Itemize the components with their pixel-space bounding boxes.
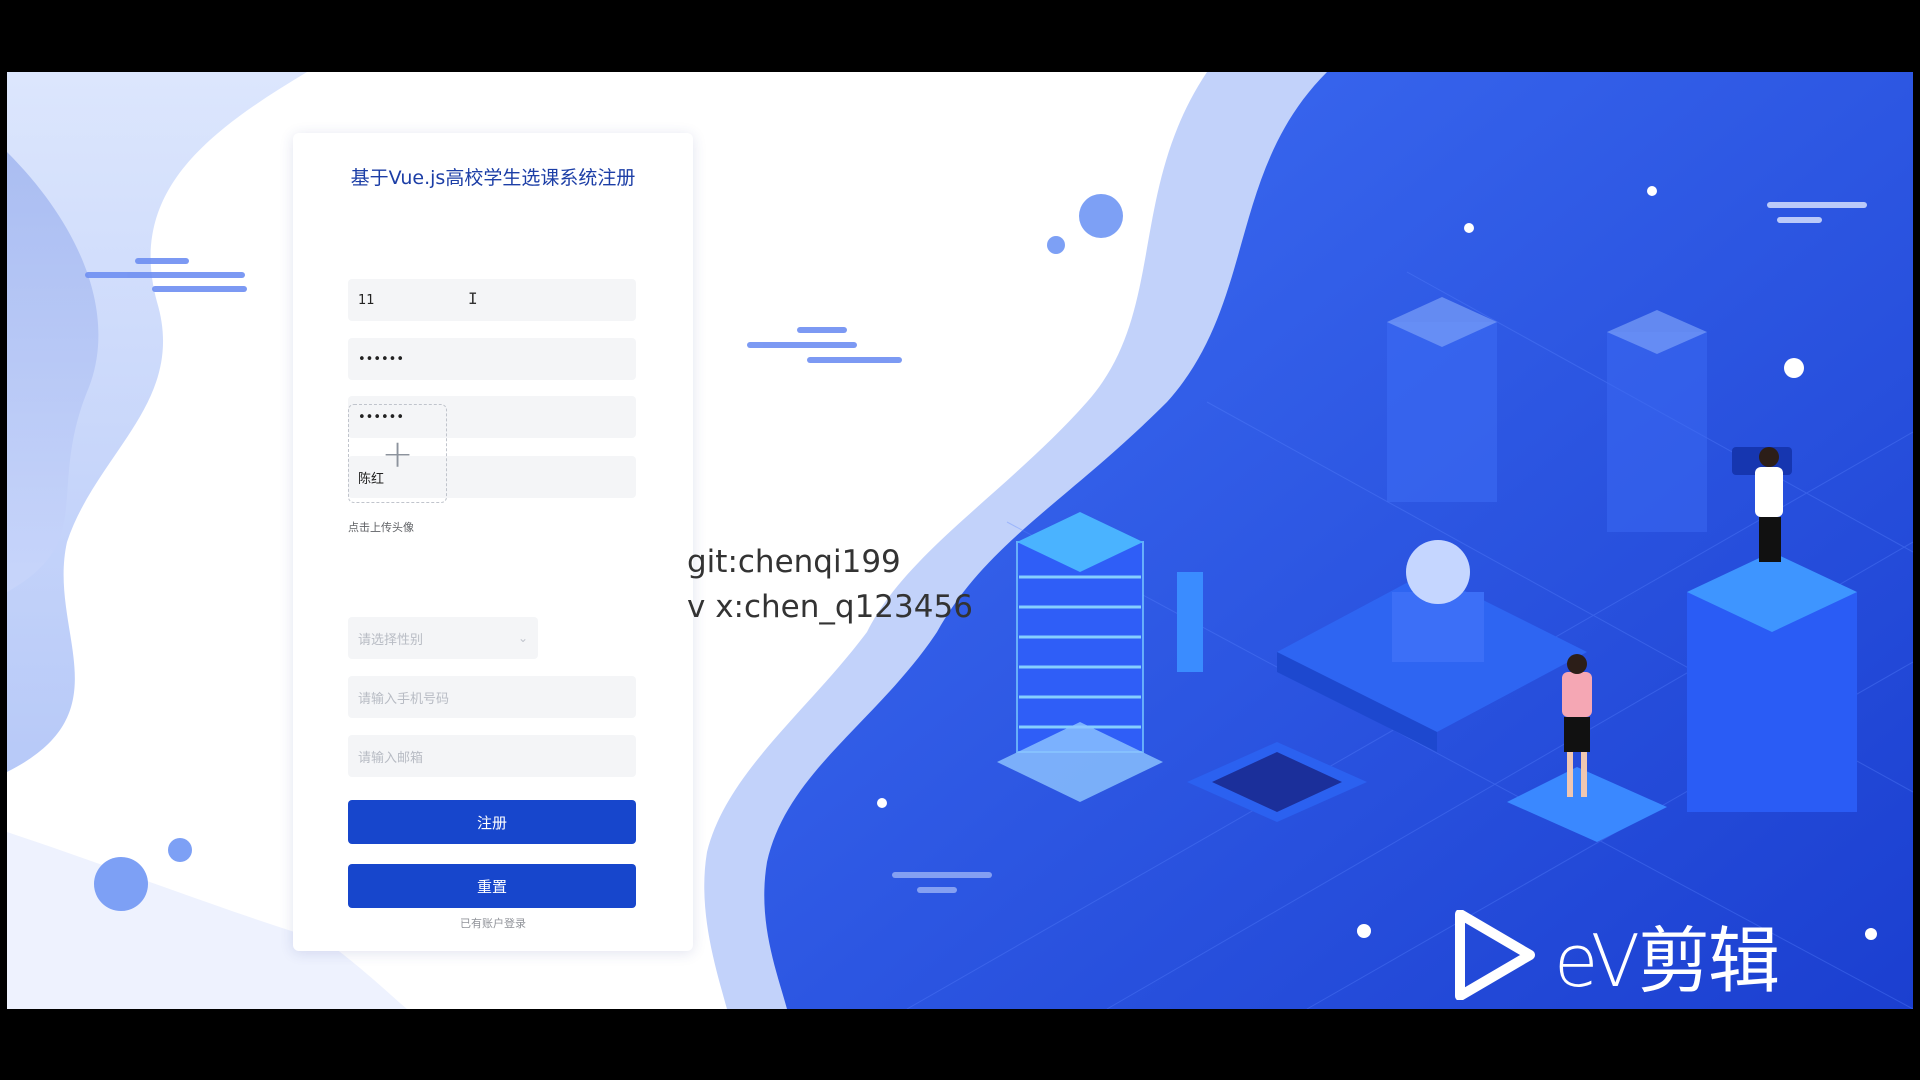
overlay-contact-text: v x:chen_q123456 [687, 589, 973, 625]
email-input[interactable]: 请输入邮箱 [348, 735, 636, 777]
watermark-text: eV剪辑 [1554, 919, 1780, 1003]
register-card: 基于Vue.js高校学生选课系统注册 11 I •••••• •••••• 陈红… [293, 133, 693, 951]
text-cursor-icon: I [468, 289, 478, 308]
upload-hint: 点击上传头像 [348, 521, 414, 534]
form-title: 基于Vue.js高校学生选课系统注册 [350, 167, 636, 189]
phone-input[interactable]: 请输入手机号码 [348, 676, 636, 718]
email-placeholder: 请输入邮箱 [358, 750, 424, 766]
app-stage: 基于Vue.js高校学生选课系统注册 11 I •••••• •••••• 陈红… [7, 72, 1913, 1009]
watermark-logo: eV剪辑 [1454, 902, 1780, 1007]
avatar-upload[interactable]: + [348, 404, 447, 503]
reset-button[interactable]: 重置 [348, 864, 636, 908]
username-value: 11 [358, 292, 375, 308]
gender-select[interactable]: 请选择性别 ⌄ [348, 617, 538, 659]
register-button[interactable]: 注册 [348, 800, 636, 844]
play-icon [1455, 909, 1535, 1000]
password-input[interactable]: •••••• [348, 338, 636, 380]
chevron-down-icon: ⌄ [517, 631, 528, 645]
gender-placeholder: 请选择性别 [358, 632, 424, 648]
password-value: •••••• [358, 351, 405, 367]
overlay-git-text: git:chenqi199 [687, 544, 901, 580]
plus-icon: + [381, 431, 414, 476]
login-link[interactable]: 已有账户登录 [293, 915, 693, 931]
username-input[interactable]: 11 I [348, 279, 636, 321]
phone-placeholder: 请输入手机号码 [358, 691, 450, 707]
